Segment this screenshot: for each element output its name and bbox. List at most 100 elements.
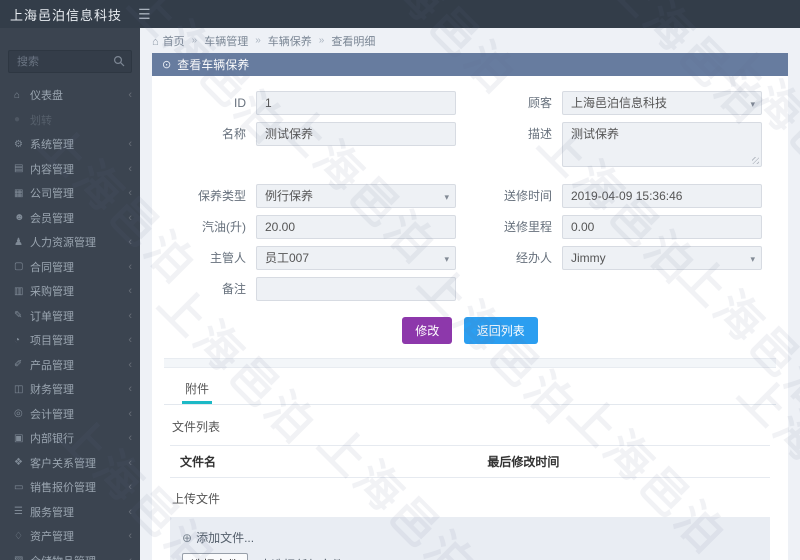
- chevron-left-icon: ‹: [128, 211, 132, 224]
- breadcrumb-item[interactable]: 车辆管理: [204, 33, 248, 49]
- gasoline-liters-value: 20.00: [265, 220, 296, 234]
- attachments-tabs: 附件: [164, 374, 776, 405]
- breadcrumb-item[interactable]: 查看明细: [331, 33, 375, 49]
- sidebar-item-project[interactable]: ◔ 项目管理 ‹: [0, 328, 140, 353]
- chevron-left-icon: ‹: [128, 285, 132, 298]
- dot-icon: ●: [14, 114, 21, 126]
- section-divider: [164, 358, 776, 368]
- repair-time-value: 2019-04-09 15:36:46: [571, 189, 683, 203]
- upload-dropzone: ⊕添加文件... 选择文件 未选择任何文件: [170, 517, 770, 560]
- handler-field[interactable]: Jimmy ▾: [562, 246, 762, 270]
- gasoline-liters-field[interactable]: 20.00: [256, 215, 456, 239]
- chevron-left-icon: ‹: [128, 358, 132, 371]
- order-icon: ✎: [14, 310, 23, 322]
- chevron-left-icon: ‹: [128, 138, 132, 151]
- chevron-left-icon: ‹: [128, 236, 132, 249]
- chevron-left-icon: ‹: [128, 407, 132, 420]
- sidebar-item-label: 销售报价管理: [30, 482, 96, 495]
- sidebar-item-hr[interactable]: ♟ 人力资源管理 ‹: [0, 230, 140, 255]
- search-icon[interactable]: [113, 55, 125, 67]
- contract-icon: ▢: [14, 261, 24, 273]
- breadcrumb-item[interactable]: 车辆保养: [268, 33, 312, 49]
- sidebar-item-content[interactable]: ▤ 内容管理 ‹: [0, 157, 140, 182]
- plus-circle-icon: ⊕: [182, 531, 193, 545]
- sidebar-item-label: 资产管理: [30, 531, 74, 544]
- id-label: ID: [234, 96, 246, 110]
- sidebar-item-label: 采购管理: [30, 286, 74, 299]
- file-list-label: 文件列表: [172, 420, 221, 434]
- member-icon: ☻: [14, 212, 25, 224]
- sidebar-item-order[interactable]: ✎ 订单管理 ‹: [0, 304, 140, 329]
- sidebar: ⌂ 仪表盘 ‹ ● 划转 ⚙ 系统管理 ‹ ▤ 内容管理 ‹ ▦ 公司管理 ‹ ☻ 会员管理 ‹ ♟ 人力资源管理 ‹…: [0, 28, 140, 560]
- sidebar-item-product[interactable]: ✐ 产品管理 ‹: [0, 353, 140, 378]
- sidebar-item-label: 会员管理: [30, 212, 74, 225]
- top-navbar: 上海邑泊信息科技 ☰: [0, 0, 800, 28]
- name-label: 名称: [221, 127, 246, 141]
- column-header-filename: 文件名: [180, 455, 217, 469]
- chevron-left-icon: ‹: [128, 432, 132, 445]
- hamburger-menu-icon[interactable]: ☰: [138, 6, 151, 23]
- modify-button[interactable]: 修改: [402, 317, 453, 344]
- description-field[interactable]: 测试保养: [562, 122, 762, 167]
- sidebar-item-dim[interactable]: ● 划转: [0, 108, 140, 133]
- warehouse-icon: ▧: [14, 555, 30, 560]
- bank-icon: ▣: [14, 432, 24, 444]
- sidebar-item-label: 产品管理: [30, 359, 74, 372]
- id-field[interactable]: 1: [256, 91, 456, 115]
- dropdown-arrow-icon: ▾: [750, 254, 755, 264]
- view-icon: ⊙: [162, 59, 172, 71]
- sidebar-item-label: 订单管理: [30, 310, 74, 323]
- supervisor-label: 主管人: [209, 251, 246, 265]
- customer-field[interactable]: 上海邑泊信息科技 ▾: [562, 91, 762, 115]
- sidebar-item-label: 仓储物品管理: [30, 553, 128, 560]
- repair-mileage-value: 0.00: [571, 220, 595, 234]
- sidebar-item-bank[interactable]: ▣ 内部银行 ‹: [0, 426, 140, 451]
- remarks-field[interactable]: [256, 277, 456, 301]
- gasoline-liters-label: 汽油(升): [202, 220, 246, 234]
- sidebar-item-contract[interactable]: ▢ 合同管理 ‹: [0, 255, 140, 280]
- breadcrumb-item[interactable]: ⌂ 首页: [152, 33, 185, 49]
- accounting-icon: ◎: [14, 408, 23, 420]
- sidebar-item-label: 人力资源管理: [30, 237, 96, 250]
- sidebar-item-procurement[interactable]: ▥ 采购管理 ‹: [0, 279, 140, 304]
- supervisor-field[interactable]: 员工007 ▾: [256, 246, 456, 270]
- sidebar-item-asset[interactable]: ♢ 资产管理 ‹: [0, 524, 140, 549]
- chevron-left-icon: ‹: [128, 530, 132, 543]
- chevron-left-icon: ‹: [128, 162, 132, 175]
- sidebar-item-finance[interactable]: ◫ 财务管理 ‹: [0, 377, 140, 402]
- sidebar-menu: ⌂ 仪表盘 ‹ ● 划转 ⚙ 系统管理 ‹ ▤ 内容管理 ‹ ▦ 公司管理 ‹ ☻ 会员管理 ‹ ♟ 人力资源管理 ‹…: [0, 83, 140, 560]
- system-icon: ⚙: [14, 138, 23, 150]
- sidebar-item-company[interactable]: ▦ 公司管理 ‹: [0, 181, 140, 206]
- attachments-section: 文件列表 文件名 最后修改时间 上传文件 ⊕添加文件... 选择文件 未选择任何…: [164, 418, 776, 560]
- chevron-left-icon: ‹: [128, 481, 132, 494]
- quotation-icon: ▭: [14, 481, 24, 493]
- sidebar-item-label: 系统管理: [30, 139, 74, 152]
- sidebar-item-dashboard[interactable]: ⌂ 仪表盘 ‹: [0, 83, 140, 108]
- name-field[interactable]: 测试保养: [256, 122, 456, 146]
- finance-icon: ◫: [14, 383, 24, 395]
- sidebar-item-service[interactable]: ☰ 服务管理 ‹: [0, 500, 140, 525]
- sidebar-item-system[interactable]: ⚙ 系统管理 ‹: [0, 132, 140, 157]
- repair-time-field[interactable]: 2019-04-09 15:36:46: [562, 184, 762, 208]
- asset-icon: ♢: [14, 530, 23, 542]
- sidebar-item-quotation[interactable]: ▭ 销售报价管理 ‹: [0, 475, 140, 500]
- main-content: ⌂ 首页» 车辆管理» 车辆保养» 查看明细 ⊙ 查看车辆保养 ID 1 顾客 上海邑泊信息科…: [140, 28, 800, 560]
- chevron-left-icon: ‹: [128, 456, 132, 469]
- customer-label: 顾客: [527, 96, 552, 110]
- sidebar-item-label: 仪表盘: [30, 90, 63, 103]
- resize-grip-icon[interactable]: [752, 157, 759, 164]
- chevron-left-icon: ‹: [128, 89, 132, 102]
- repair-mileage-field[interactable]: 0.00: [562, 215, 762, 239]
- name-value: 测试保养: [265, 127, 314, 141]
- sidebar-item-accounting[interactable]: ◎ 会计管理 ‹: [0, 402, 140, 427]
- chevron-left-icon: ‹: [128, 383, 132, 396]
- add-file-link[interactable]: ⊕ 添加文件...: [182, 529, 758, 546]
- sidebar-item-warehouse[interactable]: ▧仓储物品管理‹: [0, 549, 140, 560]
- sidebar-item-crm[interactable]: ❖ 客户关系管理 ‹: [0, 451, 140, 476]
- back-to-list-button[interactable]: 返回列表: [463, 317, 538, 344]
- brand-logo[interactable]: 上海邑泊信息科技: [0, 5, 122, 24]
- tab-attachments[interactable]: 附件: [182, 374, 213, 404]
- maintenance-type-field[interactable]: 例行保养 ▾: [256, 184, 456, 208]
- choose-file-button[interactable]: 选择文件: [182, 553, 249, 560]
- sidebar-item-member[interactable]: ☻ 会员管理 ‹: [0, 206, 140, 231]
